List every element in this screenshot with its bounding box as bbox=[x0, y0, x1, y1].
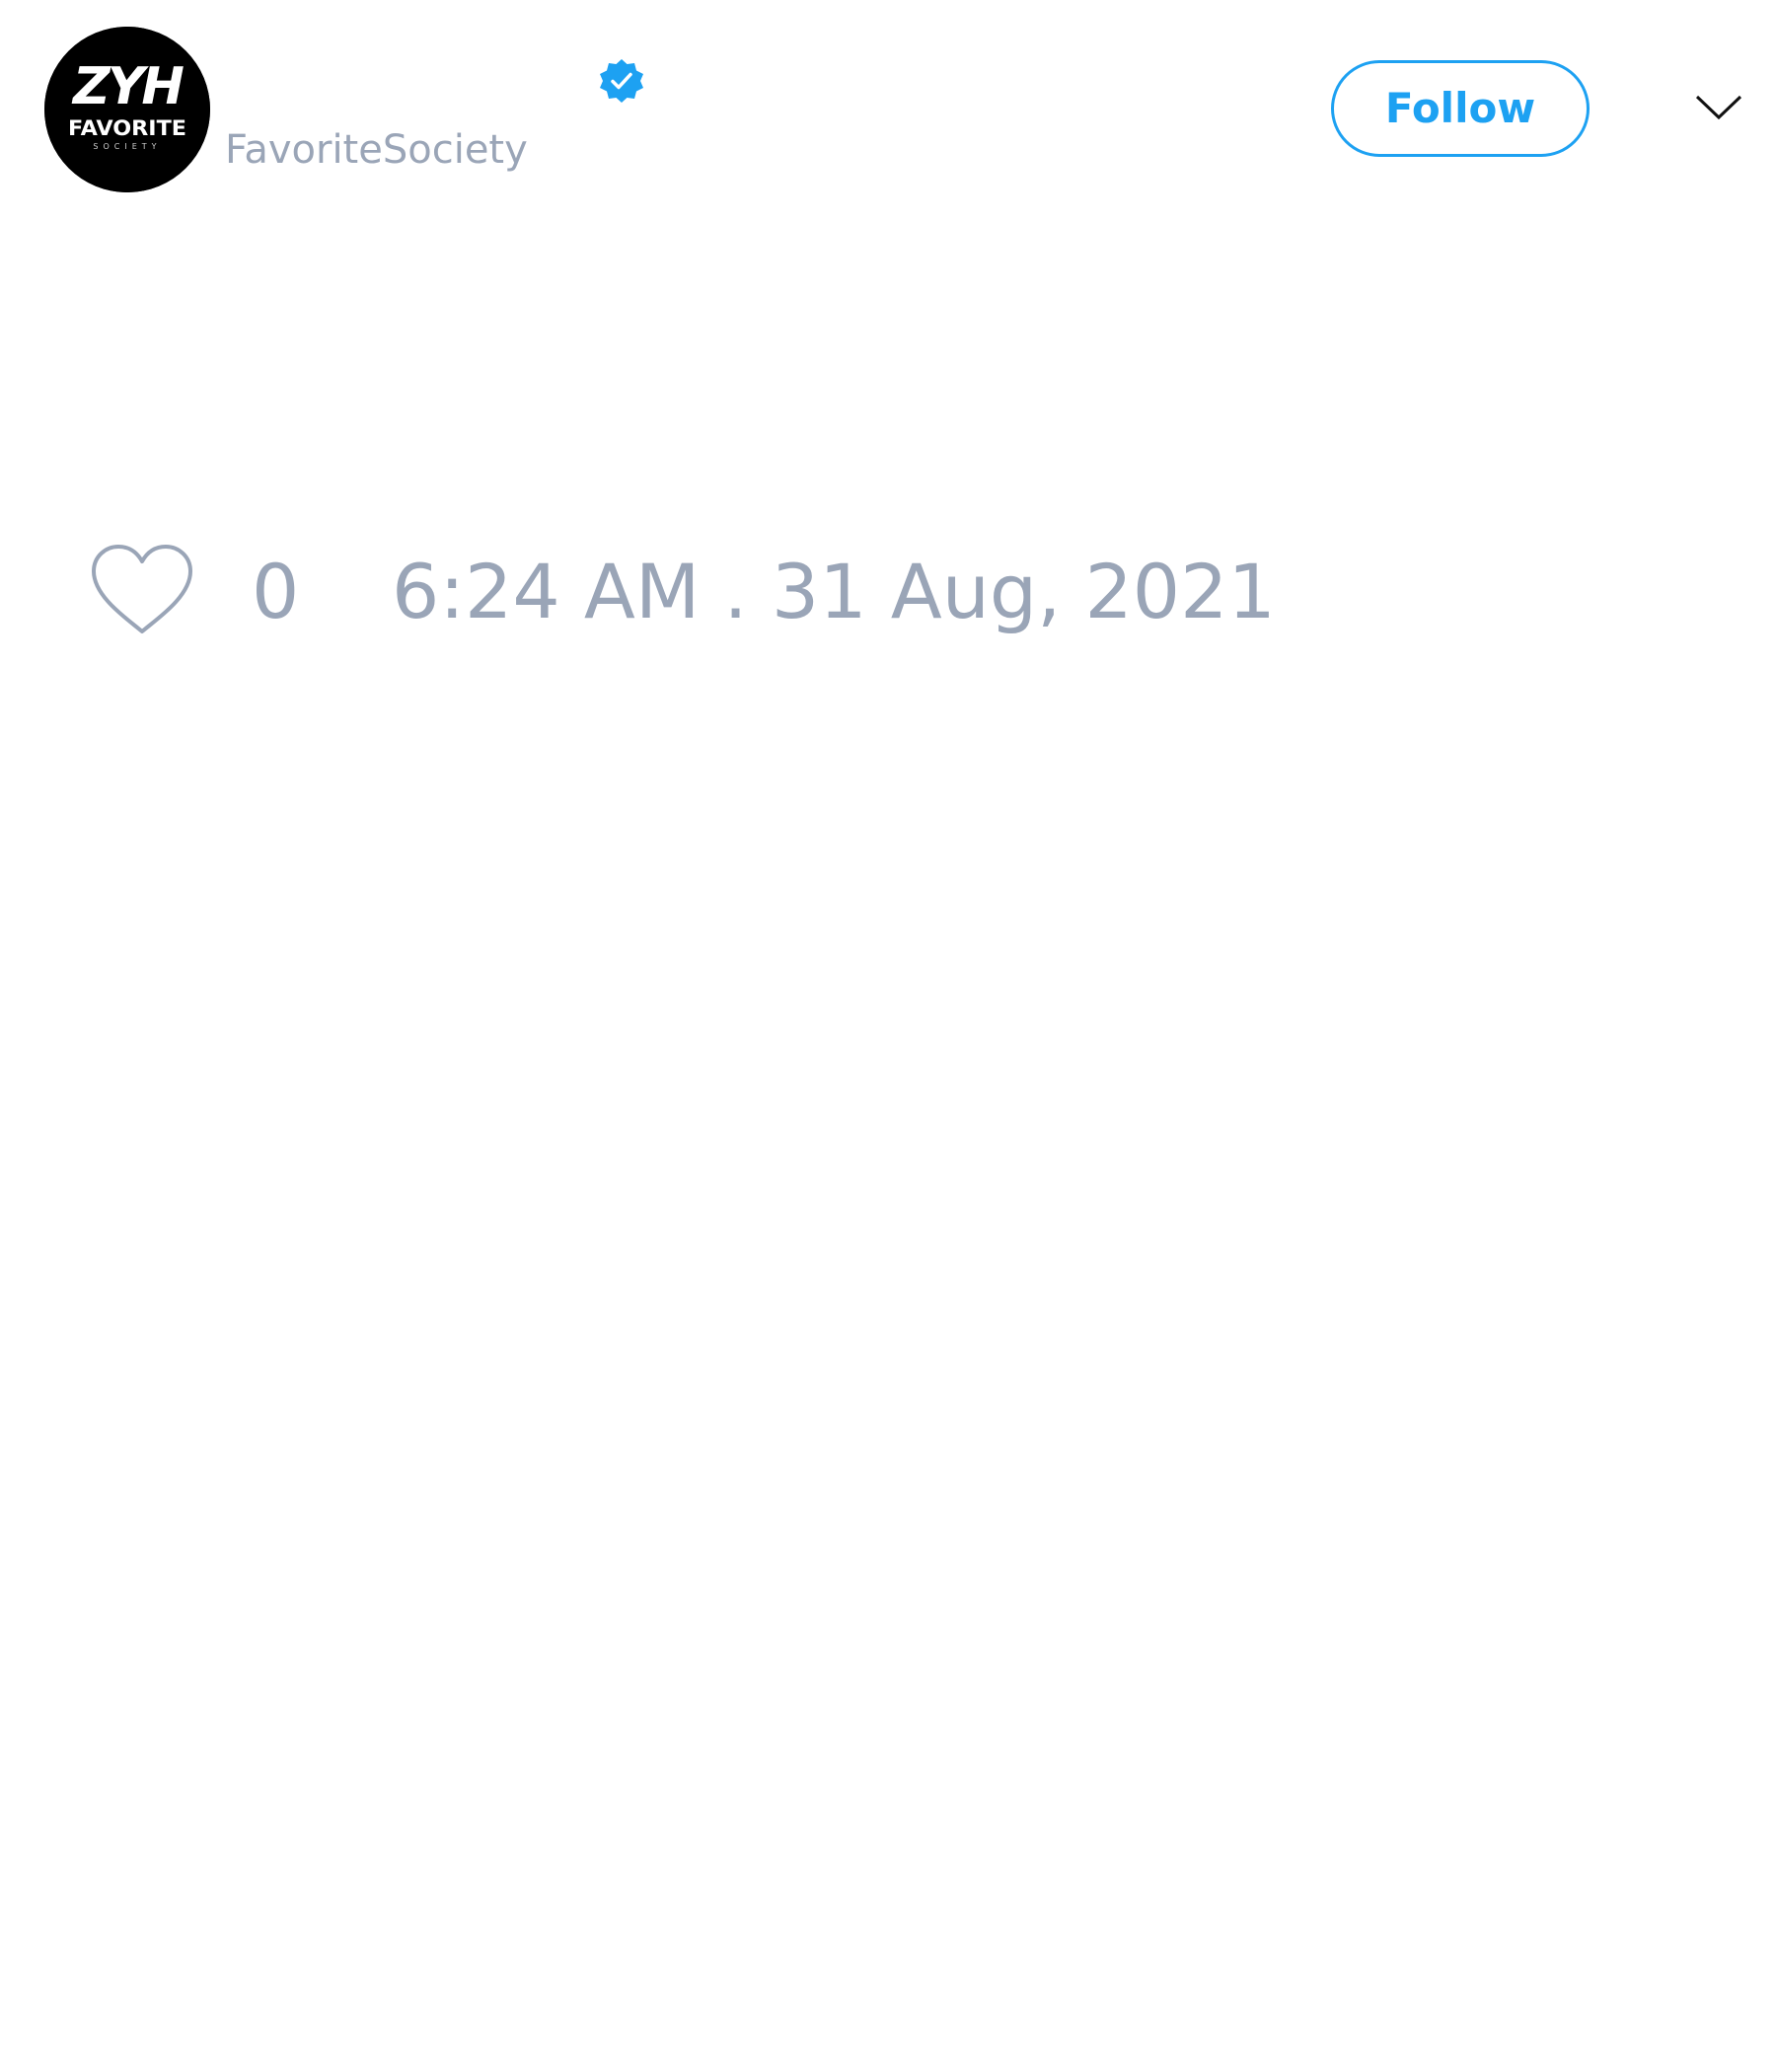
avatar-logo-caption: SOCIETY bbox=[93, 142, 161, 151]
verified-badge-icon bbox=[598, 57, 645, 105]
chevron-down-icon[interactable] bbox=[1694, 93, 1743, 122]
follow-button[interactable]: Follow bbox=[1331, 60, 1590, 157]
heart-icon[interactable] bbox=[89, 543, 195, 637]
zyh-favorite-society-logo: ZYH FAVORITE SOCIETY bbox=[44, 27, 210, 192]
avatar-logo-subtext: FAVORITE bbox=[68, 116, 186, 140]
avatar[interactable]: ZYH FAVORITE SOCIETY bbox=[44, 27, 210, 192]
tweet-timestamp[interactable]: 6:24 AM . 31 Aug, 2021 bbox=[392, 548, 1276, 636]
avatar-logo-text: ZYH bbox=[71, 57, 184, 116]
author-handle[interactable]: FavoriteSociety bbox=[225, 126, 528, 174]
like-count: 0 bbox=[252, 548, 300, 635]
